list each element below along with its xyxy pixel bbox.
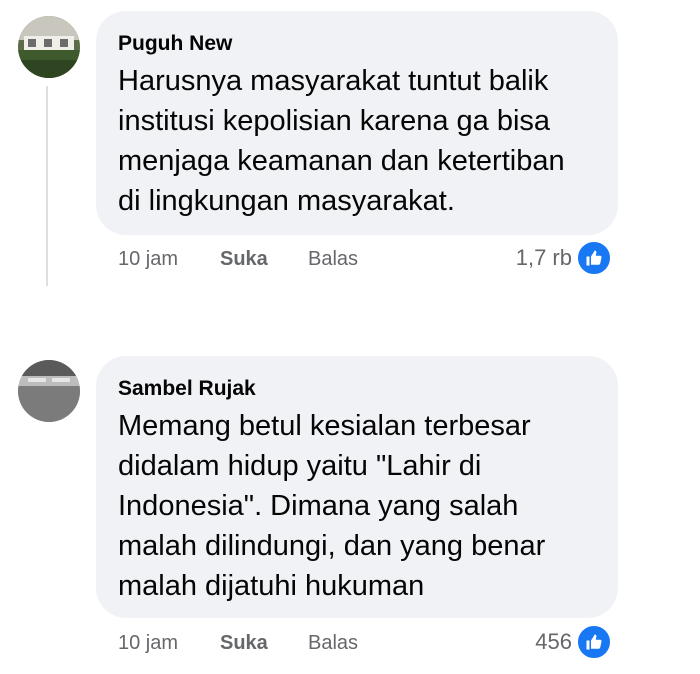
avatar[interactable]	[18, 360, 80, 422]
reaction-summary[interactable]: 1,7 rb	[516, 240, 612, 276]
avatar[interactable]	[18, 16, 80, 78]
timestamp-link[interactable]: 10 jam	[118, 630, 178, 656]
author-name[interactable]: Sambel Rujak	[118, 376, 594, 402]
thumbs-up-icon	[576, 240, 612, 276]
thumbs-up-icon	[576, 624, 612, 660]
timestamp-link[interactable]: 10 jam	[118, 246, 178, 272]
comment-text: Harusnya masyarakat tuntut balik institu…	[118, 65, 565, 217]
author-name[interactable]: Puguh New	[118, 31, 594, 57]
reply-button[interactable]: Balas	[308, 246, 358, 272]
like-button[interactable]: Suka	[220, 246, 268, 272]
comment-text: Memang betul kesialan terbesar didalam h…	[118, 410, 546, 602]
thread-line	[46, 86, 48, 286]
like-button[interactable]: Suka	[220, 630, 268, 656]
reaction-count: 456	[535, 629, 572, 654]
reaction-count: 1,7 rb	[515, 245, 572, 270]
reply-button[interactable]: Balas	[308, 630, 358, 656]
comment-bubble: Puguh New Harusnya masyarakat tuntut bal…	[96, 11, 618, 235]
comment-bubble: Sambel Rujak Memang betul kesialan terbe…	[96, 356, 618, 618]
reaction-summary[interactable]: 456	[535, 624, 612, 660]
